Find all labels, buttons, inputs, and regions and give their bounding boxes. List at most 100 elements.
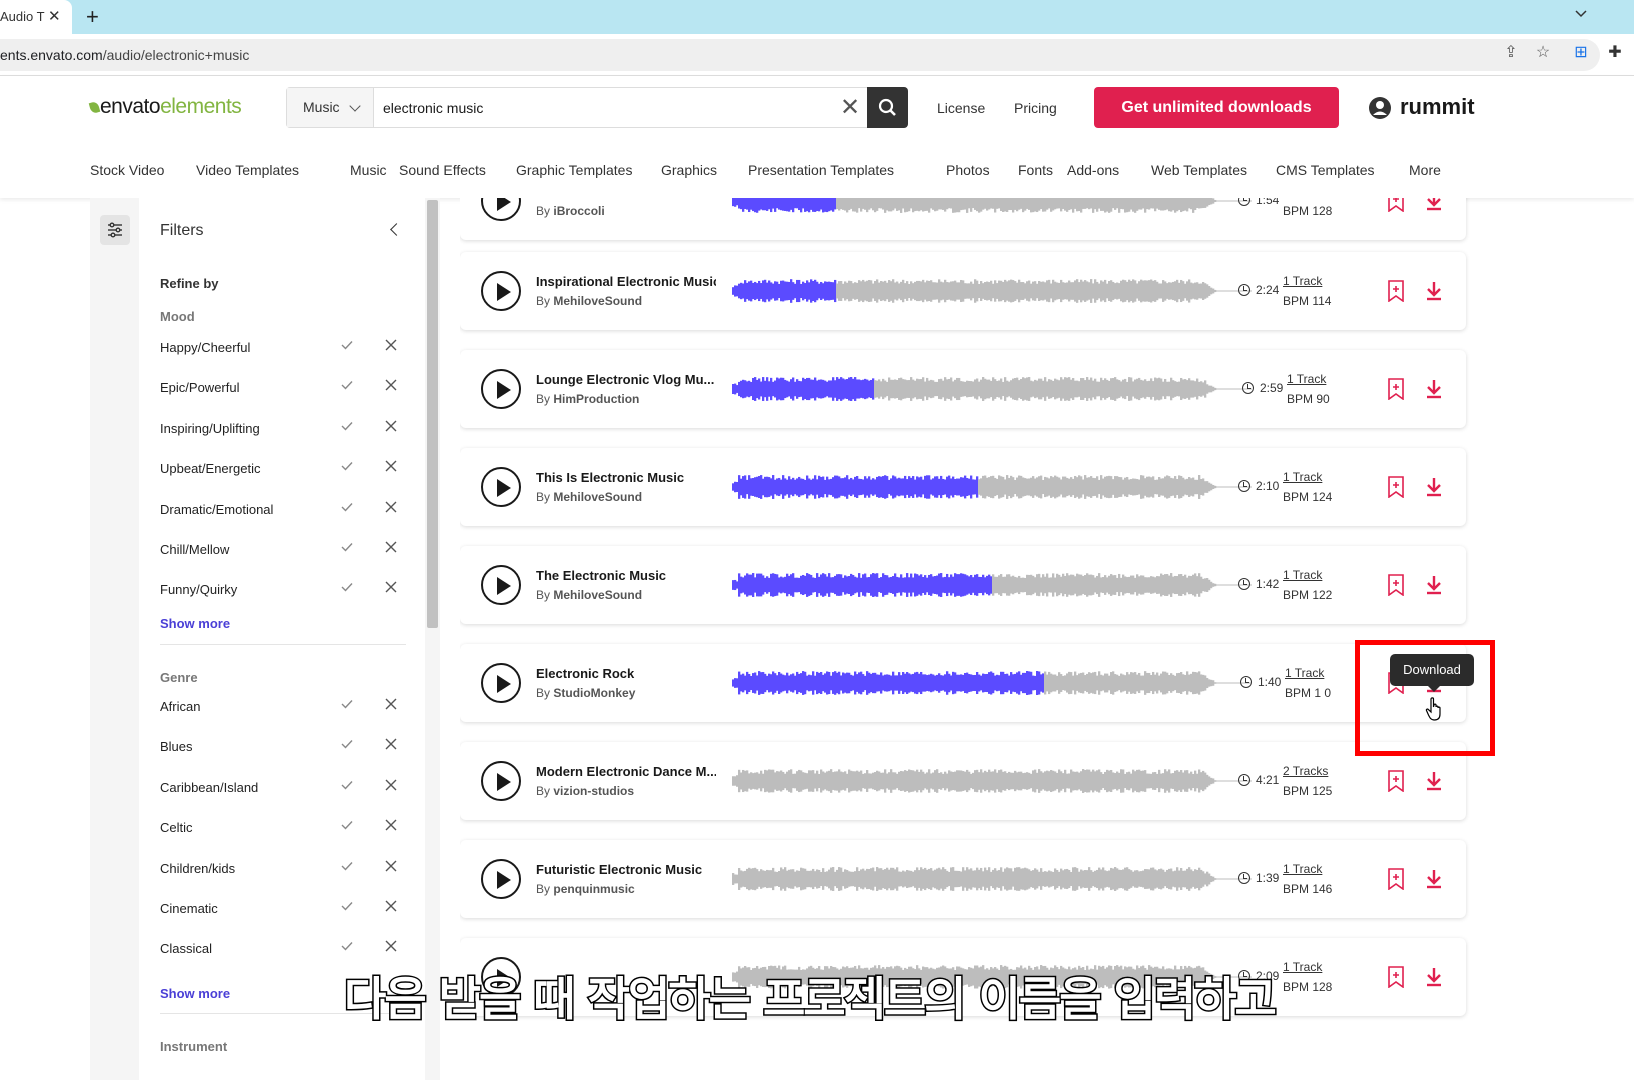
nav-graphic-templates[interactable]: Graphic Templates <box>516 158 632 182</box>
track-count-link[interactable]: 2 Tracks <box>1283 764 1328 778</box>
author-link[interactable]: MehiloveSound <box>553 490 642 504</box>
play-button[interactable] <box>481 565 521 605</box>
track-count-link[interactable]: 1 Track <box>1283 470 1322 484</box>
include-check-icon[interactable] <box>340 778 354 792</box>
include-check-icon[interactable] <box>340 378 354 392</box>
play-button[interactable] <box>481 467 521 507</box>
waveform[interactable] <box>732 271 1252 311</box>
search-category-select[interactable]: Music <box>287 88 374 127</box>
filter-toggle-button[interactable] <box>100 215 130 245</box>
waveform[interactable] <box>732 859 1252 899</box>
exclude-x-icon[interactable] <box>384 899 398 913</box>
bookmark-icon[interactable] <box>1387 198 1405 212</box>
extensions-icon[interactable]: ✚ <box>1606 44 1624 62</box>
author-link[interactable]: MehiloveSound <box>553 294 642 308</box>
include-check-icon[interactable] <box>340 580 354 594</box>
exclude-x-icon[interactable] <box>384 419 398 433</box>
clear-search-icon[interactable]: ✕ <box>835 88 865 127</box>
nav-graphics[interactable]: Graphics <box>661 158 717 182</box>
nav-photos[interactable]: Photos <box>946 158 990 182</box>
bookmark-icon[interactable] <box>1387 378 1405 400</box>
search-input[interactable] <box>383 88 783 127</box>
track-title[interactable]: Inspirational Electronic Music <box>536 274 716 289</box>
nav-stock-video[interactable]: Stock Video <box>90 158 164 182</box>
exclude-x-icon[interactable] <box>384 378 398 392</box>
sidebar-scrollbar-thumb[interactable] <box>427 200 438 628</box>
include-check-icon[interactable] <box>340 338 354 352</box>
include-check-icon[interactable] <box>340 500 354 514</box>
waveform[interactable] <box>732 467 1252 507</box>
exclude-x-icon[interactable] <box>384 778 398 792</box>
exclude-x-icon[interactable] <box>384 540 398 554</box>
download-icon[interactable] <box>1424 868 1444 890</box>
exclude-x-icon[interactable] <box>384 697 398 711</box>
browser-tab[interactable]: Audio T ✕ <box>0 0 72 34</box>
include-check-icon[interactable] <box>340 939 354 953</box>
track-count-link[interactable]: 1 Track <box>1287 372 1326 386</box>
include-check-icon[interactable] <box>340 540 354 554</box>
nav-cms-templates[interactable]: CMS Templates <box>1276 158 1375 182</box>
exclude-x-icon[interactable] <box>384 580 398 594</box>
nav-music[interactable]: Music <box>350 158 387 182</box>
exclude-x-icon[interactable] <box>384 500 398 514</box>
play-button[interactable] <box>481 198 521 221</box>
download-icon[interactable] <box>1424 476 1444 498</box>
play-button[interactable] <box>481 663 521 703</box>
download-icon[interactable] <box>1424 198 1444 212</box>
nav-sound-effects[interactable]: Sound Effects <box>399 158 486 182</box>
track-count-link[interactable]: 1 Track <box>1283 568 1322 582</box>
search-button[interactable] <box>867 87 908 128</box>
author-link[interactable]: vizion-studios <box>553 784 634 798</box>
track-count-link[interactable]: 1 Track <box>1283 274 1322 288</box>
include-check-icon[interactable] <box>340 899 354 913</box>
new-tab-button[interactable]: + <box>86 4 99 30</box>
mood-show-more-link[interactable]: Show more <box>160 616 230 631</box>
nav-presentation-templates[interactable]: Presentation Templates <box>748 158 894 182</box>
track-count-link[interactable]: 1 Track <box>1285 666 1324 680</box>
author-link[interactable]: HimProduction <box>553 392 639 406</box>
waveform[interactable] <box>732 565 1252 605</box>
include-check-icon[interactable] <box>340 818 354 832</box>
share-icon[interactable]: ⇪ <box>1502 44 1520 62</box>
download-icon[interactable] <box>1424 280 1444 302</box>
author-link[interactable]: penquinmusic <box>553 882 634 896</box>
collapse-filters-icon[interactable] <box>390 223 403 236</box>
track-title[interactable]: Modern Electronic Dance M... <box>536 764 716 779</box>
download-icon[interactable] <box>1424 770 1444 792</box>
play-button[interactable] <box>481 271 521 311</box>
exclude-x-icon[interactable] <box>384 338 398 352</box>
user-menu[interactable]: rummit <box>1368 92 1475 122</box>
bookmark-icon[interactable] <box>1387 280 1405 302</box>
track-count-link[interactable]: 1 Track <box>1283 960 1322 974</box>
envato-logo[interactable]: envatoelements <box>88 92 242 122</box>
nav-web-templates[interactable]: Web Templates <box>1151 158 1247 182</box>
track-title[interactable]: Lounge Electronic Vlog Mu... <box>536 372 716 387</box>
include-check-icon[interactable] <box>340 459 354 473</box>
waveform[interactable] <box>732 761 1252 801</box>
tab-close-icon[interactable]: ✕ <box>48 0 61 34</box>
bookmark-icon[interactable] <box>1387 868 1405 890</box>
include-check-icon[interactable] <box>340 737 354 751</box>
author-link[interactable]: iBroccoli <box>553 204 604 218</box>
waveform[interactable] <box>732 369 1252 409</box>
translate-icon[interactable]: ⊞ <box>1572 44 1590 62</box>
play-button[interactable] <box>481 761 521 801</box>
bookmark-icon[interactable] <box>1387 476 1405 498</box>
author-link[interactable]: MehiloveSound <box>553 588 642 602</box>
track-count-link[interactable]: 1 Track <box>1283 862 1322 876</box>
nav-video-templates[interactable]: Video Templates <box>196 158 299 182</box>
track-title[interactable]: Electronic Rock <box>536 666 716 681</box>
get-unlimited-downloads-button[interactable]: Get unlimited downloads <box>1094 87 1339 128</box>
track-title[interactable]: Futuristic Electronic Music <box>536 862 716 877</box>
license-link[interactable]: License <box>937 98 985 118</box>
track-title[interactable]: This Is Electronic Music <box>536 470 716 485</box>
include-check-icon[interactable] <box>340 697 354 711</box>
pricing-link[interactable]: Pricing <box>1014 98 1057 118</box>
nav-add-ons[interactable]: Add-ons <box>1067 158 1119 182</box>
bookmark-icon[interactable] <box>1387 770 1405 792</box>
exclude-x-icon[interactable] <box>384 737 398 751</box>
waveform[interactable] <box>732 198 1252 221</box>
tab-list-chevron-icon[interactable] <box>1574 6 1588 20</box>
include-check-icon[interactable] <box>340 419 354 433</box>
waveform[interactable] <box>732 663 1252 703</box>
